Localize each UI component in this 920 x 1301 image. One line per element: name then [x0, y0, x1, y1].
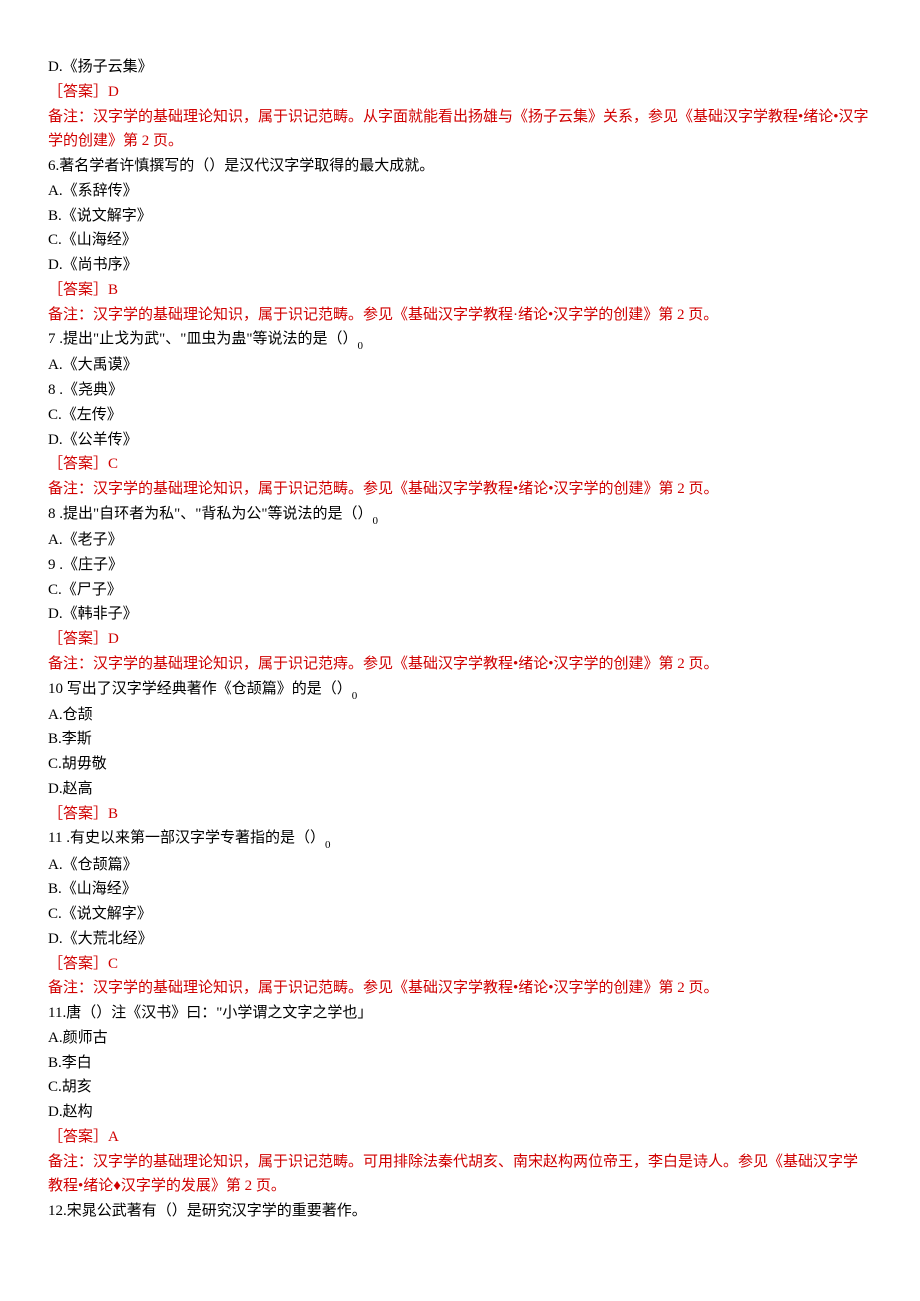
q7-option-b: 8 .《尧典》 [48, 378, 872, 403]
q11a-note: 备注：汉字学的基础理论知识，属于识记范畴。参见《基础汉字学教程•绪论•汉字学的创… [48, 976, 872, 1001]
q11a-option-d: D.《大荒北经》 [48, 927, 872, 952]
q5-note: 备注：汉字学的基础理论知识，属于识记范畴。从字面就能看出扬雄与《扬子云集》关系，… [48, 105, 872, 155]
q10-stem-sub: 0 [352, 690, 358, 702]
q7-option-d: D.《公羊传》 [48, 428, 872, 453]
q6-option-c: C.《山海经》 [48, 228, 872, 253]
q8-answer: ［答案］D [48, 627, 872, 652]
q11a-answer: ［答案］C [48, 952, 872, 977]
q7-stem-text: 7 .提出"止戈为武"、"皿虫为蛊"等说法的是（） [48, 331, 358, 347]
q11b-stem: 11.唐（）注《汉书》曰："小学谓之文字之学也」 [48, 1001, 872, 1026]
q11b-answer: ［答案］A [48, 1125, 872, 1150]
q8-option-b: 9 .《庄子》 [48, 553, 872, 578]
q7-option-c: C.《左传》 [48, 403, 872, 428]
q7-stem-sub: 0 [358, 340, 364, 352]
q11b-option-c: C.胡亥 [48, 1075, 872, 1100]
q10-stem: 10 写出了汉字学经典著作《仓颉篇》的是（）0 [48, 677, 872, 703]
q8-option-c: C.《尸子》 [48, 578, 872, 603]
q11a-option-c: C.《说文解字》 [48, 902, 872, 927]
q7-stem: 7 .提出"止戈为武"、"皿虫为蛊"等说法的是（）0 [48, 327, 872, 353]
q6-stem: 6.著名学者许慎撰写的（）是汉代汉字学取得的最大成就。 [48, 154, 872, 179]
q5-option-d: D.《扬子云集》 [48, 55, 872, 80]
q5-answer: ［答案］D [48, 80, 872, 105]
q8-option-a: A.《老子》 [48, 528, 872, 553]
q7-option-a: A.《大禹谟》 [48, 353, 872, 378]
q8-stem-sub: 0 [373, 515, 379, 527]
q11b-note: 备注：汉字学的基础理论知识，属于识记范畴。可用排除法秦代胡亥、南宋赵构两位帝王，… [48, 1150, 872, 1200]
q10-answer: ［答案］B [48, 802, 872, 827]
q7-note: 备注：汉字学的基础理论知识，属于识记范畴。参见《基础汉字学教程•绪论•汉字学的创… [48, 477, 872, 502]
q8-stem-text: 8 .提出"自环者为私"、"背私为公"等说法的是（） [48, 506, 373, 522]
q12-stem: 12.宋晁公武著有（）是研究汉字学的重要著作。 [48, 1199, 872, 1224]
q11b-option-d: D.赵构 [48, 1100, 872, 1125]
q6-option-d: D.《尚书序》 [48, 253, 872, 278]
q10-option-c: C.胡毋敬 [48, 752, 872, 777]
q11a-option-a: A.《仓颉篇》 [48, 853, 872, 878]
q6-option-b: B.《说文解字》 [48, 204, 872, 229]
q11a-stem-text: 11 .有史以来第一部汉字学专著指的是（） [48, 830, 325, 846]
q11b-option-b: B.李白 [48, 1051, 872, 1076]
q7-answer: ［答案］C [48, 452, 872, 477]
q6-option-a: A.《系辞传》 [48, 179, 872, 204]
q6-note: 备注：汉字学的基础理论知识，属于识记范畴。参见《基础汉字学教程·绪论•汉字学的创… [48, 303, 872, 328]
q8-note: 备注：汉字学的基础理论知识，属于识记范痔。参见《基础汉字学教程•绪论•汉字学的创… [48, 652, 872, 677]
q11a-stem: 11 .有史以来第一部汉字学专著指的是（）0 [48, 826, 872, 852]
q10-option-b: B.李斯 [48, 727, 872, 752]
q10-option-a: A.仓颉 [48, 703, 872, 728]
q8-stem: 8 .提出"自环者为私"、"背私为公"等说法的是（）0 [48, 502, 872, 528]
q10-option-d: D.赵高 [48, 777, 872, 802]
q8-option-d: D.《韩非子》 [48, 602, 872, 627]
q11a-option-b: B.《山海经》 [48, 877, 872, 902]
q6-answer: ［答案］B [48, 278, 872, 303]
q11a-stem-sub: 0 [325, 839, 331, 851]
q11b-option-a: A.颜师古 [48, 1026, 872, 1051]
q10-stem-text: 10 写出了汉字学经典著作《仓颉篇》的是（） [48, 681, 352, 697]
